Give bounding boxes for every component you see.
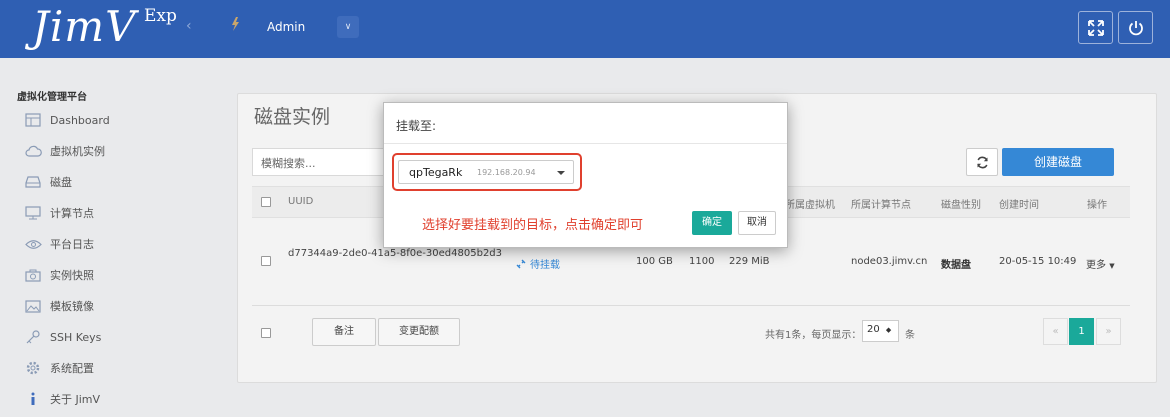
logo: JimV <box>32 2 137 51</box>
next-page-button[interactable]: » <box>1096 318 1121 345</box>
sidebar-item-label: 关于 JimV <box>50 393 101 406</box>
annotation-hint: 选择好要挂载到的目标，点击确定即可 <box>422 218 644 233</box>
row-uuid[interactable]: d77344a9-2de0-41a5-8f0e-30ed4805b2d3 <box>288 248 502 259</box>
sidebar-item-label: 系统配置 <box>50 362 94 375</box>
key-icon <box>24 329 42 345</box>
sidebar-item-dashboard[interactable]: Dashboard <box>24 110 110 130</box>
caret-down-icon: ▼ <box>1109 262 1115 270</box>
sidebar-title: 虚拟化管理平台 <box>17 92 87 103</box>
sidebar-item-label: 计算节点 <box>50 207 94 220</box>
page-size-select[interactable]: 20 ◆ <box>862 320 899 342</box>
dialog-title: 挂载至: <box>396 119 437 133</box>
row-iops: 1100 <box>689 256 715 267</box>
unlink-icon <box>516 259 526 268</box>
sidebar-item-compute-nodes[interactable]: 计算节点 <box>24 203 94 223</box>
row-disk-type: 数据盘 <box>941 260 971 271</box>
select-all-checkbox[interactable] <box>261 197 271 207</box>
column-header-node[interactable]: 所属计算节点 <box>851 196 911 211</box>
row-more-label: 更多 <box>1086 260 1106 271</box>
sidebar-item-templates[interactable]: 模板镜像 <box>24 296 94 316</box>
eye-icon <box>24 236 42 252</box>
sidebar-item-snapshots[interactable]: 实例快照 <box>24 265 94 285</box>
search-input[interactable]: 模糊搜索... <box>252 148 392 176</box>
pagination-summary: 共有1条，每页显示： <box>765 330 862 341</box>
selected-vm-name: qpTegaRk <box>409 166 463 179</box>
row-created: 20-05-15 10:49 <box>999 256 1077 267</box>
column-header-uuid[interactable]: UUID <box>288 196 313 207</box>
row-size: 100 GB <box>636 256 673 267</box>
user-dropdown-button[interactable]: ∨ <box>337 16 359 38</box>
sidebar-item-about[interactable]: 关于 JimV <box>24 389 100 409</box>
sidebar-item-disks[interactable]: 磁盘 <box>24 172 72 192</box>
change-quota-button[interactable]: 变更配额 <box>378 318 460 346</box>
monitor-icon <box>24 205 42 221</box>
sidebar-item-system-config[interactable]: 系统配置 <box>24 358 94 378</box>
column-header-created[interactable]: 创建时间 <box>999 196 1039 211</box>
dashboard-icon <box>24 112 42 128</box>
logo-superscript: Exp <box>144 6 177 26</box>
row-status: 待挂载 <box>516 256 560 271</box>
camera-icon <box>24 267 42 283</box>
power-icon <box>1128 20 1143 35</box>
page-title: 磁盘实例 <box>254 106 331 128</box>
sidebar-item-label: Dashboard <box>50 113 110 127</box>
column-header-vm[interactable]: 所属虚拟机 <box>785 196 835 211</box>
caret-down-icon <box>557 171 565 175</box>
page-1-button[interactable]: 1 <box>1069 318 1094 345</box>
top-bar: JimV Exp ‹ Admin ∨ <box>0 0 1170 58</box>
row-status-label: 待挂载 <box>530 260 560 271</box>
row-divider <box>252 305 1130 306</box>
note-button[interactable]: 备注 <box>312 318 376 346</box>
column-header-actions: 操作 <box>1087 200 1107 211</box>
row-checkbox[interactable] <box>261 256 271 266</box>
user-icon <box>230 17 240 35</box>
footer-select-all-checkbox[interactable] <box>261 328 271 338</box>
select-highlight-frame: qpTegaRk 192.168.20.94 <box>392 153 582 191</box>
page-size-value: 20 <box>867 324 880 335</box>
disk-icon <box>24 174 42 190</box>
selected-vm-ip: 192.168.20.94 <box>477 168 536 177</box>
row-bandwidth: 229 MiB <box>729 256 770 267</box>
row-more-dropdown[interactable]: 更多 ▼ <box>1086 256 1115 271</box>
info-icon <box>24 391 42 407</box>
refresh-button[interactable] <box>966 148 998 176</box>
sidebar-item-label: 实例快照 <box>50 269 94 282</box>
column-header-disk-type[interactable]: 磁盘性别 <box>941 196 981 211</box>
refresh-icon <box>976 156 988 168</box>
confirm-button[interactable]: 确定 <box>692 211 732 235</box>
attach-disk-dialog: 挂载至: qpTegaRk 192.168.20.94 选择好要挂载到的目标，点… <box>383 102 788 248</box>
sidebar-item-label: SSH Keys <box>50 330 102 344</box>
create-disk-button[interactable]: 创建磁盘 <box>1002 148 1114 176</box>
sidebar-collapse-button[interactable]: ‹ <box>186 18 192 34</box>
spinner-icon: ◆ <box>885 326 892 334</box>
sidebar-item-label: 平台日志 <box>50 238 94 251</box>
target-vm-select[interactable]: qpTegaRk 192.168.20.94 <box>398 160 574 184</box>
row-node: node03.jimv.cn <box>851 256 928 267</box>
sidebar-item-ssh-keys[interactable]: SSH Keys <box>24 327 101 347</box>
prev-page-button[interactable]: « <box>1043 318 1068 345</box>
gear-icon <box>24 360 42 376</box>
page-size-unit: 条 <box>905 330 915 341</box>
fullscreen-button[interactable] <box>1078 11 1113 44</box>
sidebar-item-label: 模板镜像 <box>50 300 94 313</box>
fullscreen-icon <box>1087 19 1104 36</box>
sidebar-item-label: 虚拟机实例 <box>50 145 105 158</box>
sidebar-item-vm-instances[interactable]: 虚拟机实例 <box>24 141 105 161</box>
dialog-divider <box>384 143 787 144</box>
logout-button[interactable] <box>1118 11 1153 44</box>
sidebar-item-label: 磁盘 <box>50 176 72 189</box>
cancel-button[interactable]: 取消 <box>738 211 776 235</box>
sidebar-item-platform-logs[interactable]: 平台日志 <box>24 234 94 254</box>
image-icon <box>24 298 42 314</box>
user-name[interactable]: Admin <box>267 20 305 34</box>
cloud-icon <box>24 143 42 159</box>
